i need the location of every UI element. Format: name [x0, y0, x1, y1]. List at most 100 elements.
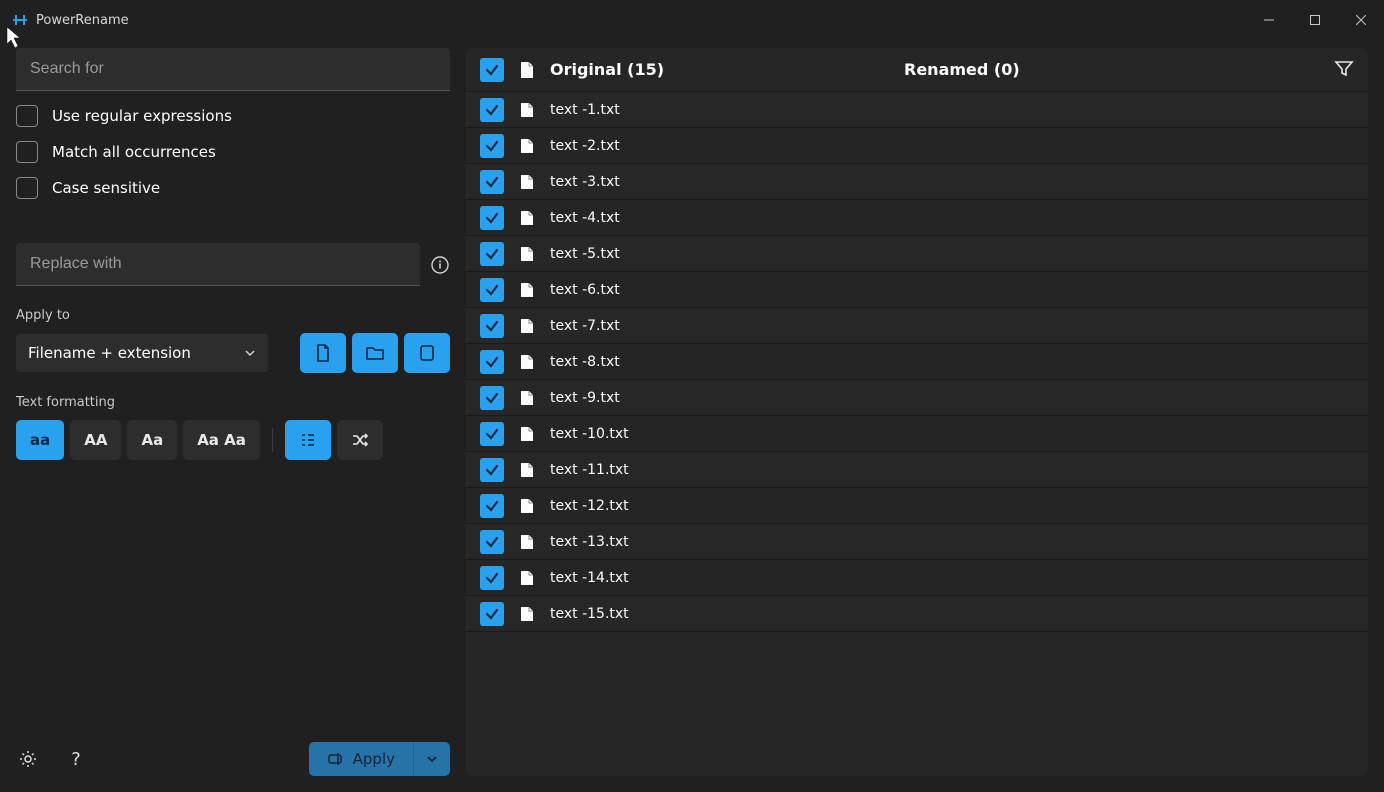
- text-formatting-label: Text formatting: [16, 395, 450, 410]
- uppercase-button[interactable]: AA: [70, 420, 121, 460]
- replace-input[interactable]: [16, 243, 420, 286]
- file-name: text -1.txt: [550, 102, 620, 118]
- file-row[interactable]: text -3.txt: [466, 164, 1368, 200]
- file-rows: text -1.txt text -2.txt text -3.txt: [466, 92, 1368, 776]
- info-icon[interactable]: [430, 255, 450, 275]
- file-row[interactable]: text -12.txt: [466, 488, 1368, 524]
- titlebar: PowerRename: [0, 0, 1384, 40]
- minimize-button[interactable]: [1246, 0, 1292, 40]
- apply-split-button[interactable]: Apply: [309, 742, 450, 776]
- row-checkbox[interactable]: [480, 494, 504, 518]
- regex-checkbox-row[interactable]: Use regular expressions: [16, 105, 450, 127]
- file-name: text -14.txt: [550, 570, 629, 586]
- file-name: text -9.txt: [550, 390, 620, 406]
- lowercase-label: aa: [30, 431, 50, 449]
- apply-to-label: Apply to: [16, 308, 450, 323]
- row-checkbox[interactable]: [480, 350, 504, 374]
- file-name: text -5.txt: [550, 246, 620, 262]
- row-checkbox[interactable]: [480, 386, 504, 410]
- include-subfolders-button[interactable]: [404, 333, 450, 373]
- capitalize-button[interactable]: Aa Aa: [183, 420, 260, 460]
- file-icon: [518, 605, 536, 623]
- regex-checkbox[interactable]: [16, 105, 38, 127]
- file-row[interactable]: text -10.txt: [466, 416, 1368, 452]
- folder-icon: [365, 343, 385, 363]
- enumerate-button[interactable]: [285, 420, 331, 460]
- row-checkbox[interactable]: [480, 530, 504, 554]
- app-icon: [12, 12, 28, 28]
- file-row[interactable]: text -1.txt: [466, 92, 1368, 128]
- file-icon: [518, 353, 536, 371]
- file-row[interactable]: text -5.txt: [466, 236, 1368, 272]
- include-files-button[interactable]: [300, 333, 346, 373]
- filter-button[interactable]: [1334, 58, 1354, 82]
- file-row[interactable]: text -13.txt: [466, 524, 1368, 560]
- select-all-checkbox[interactable]: [480, 58, 504, 82]
- rename-icon: [327, 750, 345, 768]
- file-icon: [518, 569, 536, 587]
- file-row[interactable]: text -4.txt: [466, 200, 1368, 236]
- titlecase-button[interactable]: Aa: [127, 420, 177, 460]
- settings-panel: Use regular expressions Match all occurr…: [16, 48, 450, 776]
- file-icon: [518, 173, 536, 191]
- file-name: text -11.txt: [550, 462, 629, 478]
- include-folders-button[interactable]: [352, 333, 398, 373]
- file-row[interactable]: text -11.txt: [466, 452, 1368, 488]
- file-icon: [518, 137, 536, 155]
- file-row[interactable]: text -14.txt: [466, 560, 1368, 596]
- matchall-label: Match all occurrences: [52, 143, 216, 161]
- case-checkbox-row[interactable]: Case sensitive: [16, 177, 450, 199]
- chevron-down-icon: [244, 347, 256, 359]
- file-row[interactable]: text -7.txt: [466, 308, 1368, 344]
- regex-label: Use regular expressions: [52, 107, 232, 125]
- row-checkbox[interactable]: [480, 278, 504, 302]
- matchall-checkbox[interactable]: [16, 141, 38, 163]
- apply-dropdown-button[interactable]: [413, 742, 450, 776]
- apply-to-dropdown[interactable]: Filename + extension: [16, 334, 268, 372]
- file-name: text -7.txt: [550, 318, 620, 334]
- settings-button[interactable]: [16, 747, 40, 771]
- row-checkbox[interactable]: [480, 242, 504, 266]
- list-header: Original (15) Renamed (0): [466, 48, 1368, 92]
- row-checkbox[interactable]: [480, 98, 504, 122]
- row-checkbox[interactable]: [480, 602, 504, 626]
- row-checkbox[interactable]: [480, 566, 504, 590]
- row-checkbox[interactable]: [480, 170, 504, 194]
- file-icon: [518, 281, 536, 299]
- renamed-header[interactable]: Renamed (0): [904, 60, 1020, 79]
- apply-button[interactable]: Apply: [309, 742, 413, 776]
- file-name: text -3.txt: [550, 174, 620, 190]
- file-icon: [518, 533, 536, 551]
- file-icon: [518, 497, 536, 515]
- subfolder-icon: [417, 343, 437, 363]
- matchall-checkbox-row[interactable]: Match all occurrences: [16, 141, 450, 163]
- row-checkbox[interactable]: [480, 206, 504, 230]
- random-button[interactable]: [337, 420, 383, 460]
- file-name: text -10.txt: [550, 426, 629, 442]
- file-row[interactable]: text -8.txt: [466, 344, 1368, 380]
- original-header[interactable]: Original (15): [550, 60, 890, 79]
- file-row[interactable]: text -6.txt: [466, 272, 1368, 308]
- file-name: text -13.txt: [550, 534, 629, 550]
- row-checkbox[interactable]: [480, 314, 504, 338]
- file-row[interactable]: text -9.txt: [466, 380, 1368, 416]
- file-row[interactable]: text -2.txt: [466, 128, 1368, 164]
- file-name: text -8.txt: [550, 354, 620, 370]
- file-name: text -2.txt: [550, 138, 620, 154]
- file-icon: [518, 101, 536, 119]
- case-checkbox[interactable]: [16, 177, 38, 199]
- app-title: PowerRename: [36, 13, 129, 28]
- row-checkbox[interactable]: [480, 134, 504, 158]
- close-button[interactable]: [1338, 0, 1384, 40]
- maximize-button[interactable]: [1292, 0, 1338, 40]
- filter-icon: [1334, 58, 1354, 78]
- file-name: text -12.txt: [550, 498, 629, 514]
- row-checkbox[interactable]: [480, 422, 504, 446]
- file-row[interactable]: text -15.txt: [466, 596, 1368, 632]
- help-button[interactable]: ?: [64, 747, 88, 771]
- file-name: text -15.txt: [550, 606, 629, 622]
- uppercase-label: AA: [84, 431, 107, 449]
- row-checkbox[interactable]: [480, 458, 504, 482]
- lowercase-button[interactable]: aa: [16, 420, 64, 460]
- search-input[interactable]: [16, 48, 450, 91]
